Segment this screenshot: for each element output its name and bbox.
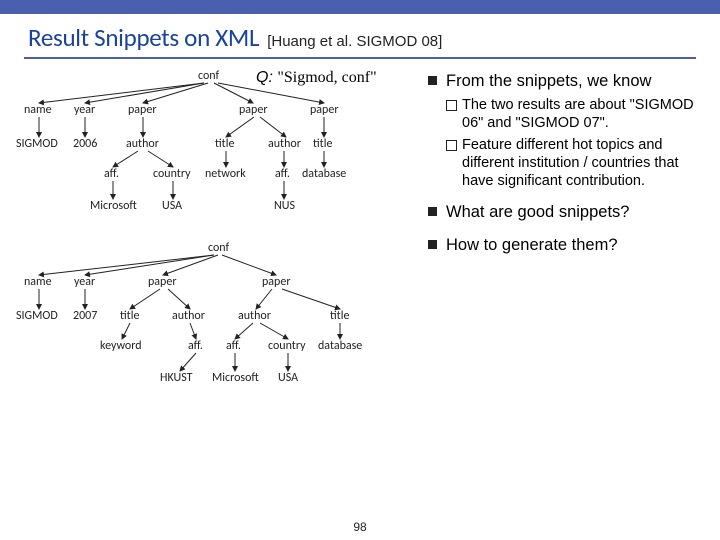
bullet-1: From the snippets, we know The two resul…	[428, 71, 708, 190]
title-row: Result Snippets on XML [Huang et al. SIG…	[0, 14, 720, 57]
t1-title2: title	[313, 137, 332, 151]
page-title: Result Snippets on XML	[28, 22, 259, 53]
t2-conf: conf	[208, 241, 229, 255]
bullet-list: From the snippets, we know The two resul…	[428, 71, 708, 256]
bullet-3: How to generate them?	[428, 235, 708, 256]
t2-paper2: paper	[262, 275, 291, 289]
t1-country1: country	[153, 167, 191, 181]
t1-paper3: paper	[310, 103, 339, 117]
t2-author1: author	[172, 309, 205, 323]
sub-2: Feature different hot topics and differe…	[446, 136, 708, 190]
t2-usa: USA	[278, 371, 298, 385]
t1-nus: NUS	[274, 199, 295, 213]
t2-year: year	[74, 275, 95, 289]
t1-database: database	[302, 167, 346, 181]
t2-paper1: paper	[148, 275, 177, 289]
t1-paper2: paper	[239, 103, 268, 117]
t1-author1: author	[126, 137, 159, 151]
t2-microsoft: Microsoft	[212, 371, 259, 385]
left-panel: Q: "Sigmod, conf"	[8, 65, 428, 437]
tree-2: conf name year paper paper SIGMOD 2007 t…	[8, 237, 428, 437]
t1-sigmod: SIGMOD	[16, 137, 58, 151]
t2-aff2: aff.	[226, 339, 241, 353]
t1-conf: conf	[198, 69, 219, 83]
t1-2006: 2006	[73, 137, 97, 151]
t1-usa: USA	[162, 199, 182, 213]
t1-year: year	[74, 103, 95, 117]
content: Q: "Sigmod, conf"	[0, 65, 720, 437]
t2-hkust: HKUST	[160, 371, 193, 385]
bullet-2: What are good snippets?	[428, 202, 708, 223]
t2-2007: 2007	[73, 309, 97, 323]
t1-title1: title	[215, 137, 234, 151]
title-underline	[24, 57, 696, 59]
t1-microsoft: Microsoft	[90, 199, 137, 213]
t2-author2: author	[238, 309, 271, 323]
t2-keyword: keyword	[100, 339, 142, 353]
page-number: 98	[353, 520, 366, 534]
t1-aff2: aff.	[275, 167, 290, 181]
t2-sigmod: SIGMOD	[16, 309, 58, 323]
t2-name: name	[24, 275, 52, 289]
t2-title2: title	[330, 309, 349, 323]
sub-1: The two results are about "SIGMOD 06" an…	[446, 96, 708, 132]
tree-2-edges	[8, 237, 428, 437]
header-bar	[0, 0, 720, 14]
bullet-1-text: From the snippets, we know	[446, 72, 651, 90]
t1-author2: author	[268, 137, 301, 151]
t2-database: database	[318, 339, 362, 353]
right-panel: From the snippets, we know The two resul…	[428, 65, 708, 437]
t1-name: name	[24, 103, 52, 117]
citation: [Huang et al. SIGMOD 08]	[267, 33, 442, 50]
t1-paper1: paper	[128, 103, 157, 117]
t2-country: country	[268, 339, 306, 353]
t1-network: network	[205, 167, 246, 181]
sub-list: The two results are about "SIGMOD 06" an…	[446, 96, 708, 191]
t2-title1: title	[120, 309, 139, 323]
t2-aff1: aff.	[188, 339, 203, 353]
t1-aff1: aff.	[104, 167, 119, 181]
